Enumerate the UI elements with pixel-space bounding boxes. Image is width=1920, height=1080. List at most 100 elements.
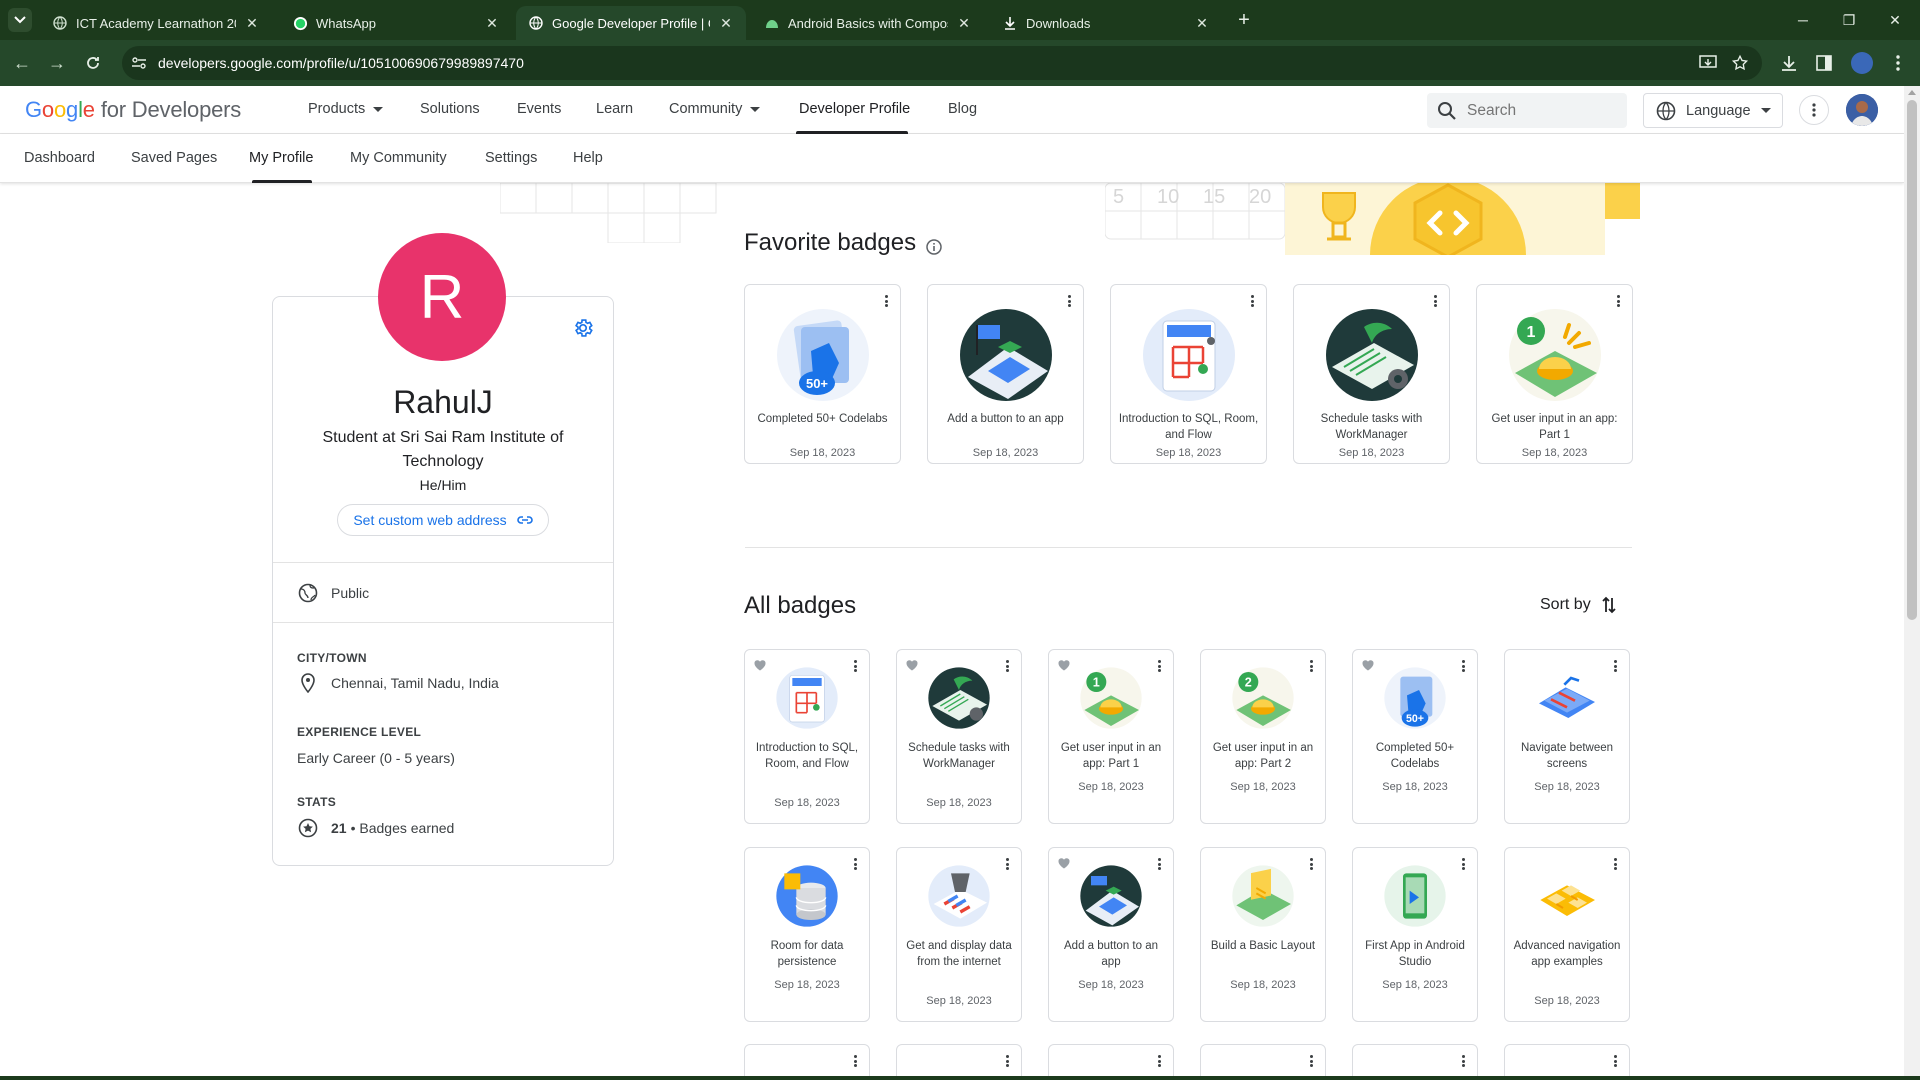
nav-developer-profile[interactable]: Developer Profile [799, 101, 910, 117]
subnav-my-profile[interactable]: My Profile [249, 150, 313, 166]
nav-blog[interactable]: Blog [948, 101, 977, 117]
more-options-button[interactable] [1799, 95, 1829, 125]
badge-menu-icon[interactable] [880, 293, 892, 309]
badge-menu-icon[interactable] [1609, 658, 1621, 674]
badge-menu-icon[interactable] [1063, 293, 1075, 309]
badge-card[interactable] [1048, 1044, 1174, 1080]
window-close-button[interactable]: ✕ [1872, 6, 1918, 34]
badge-menu-icon[interactable] [1457, 658, 1469, 674]
badge-card[interactable]: 1 Get user input in an app: Part 1 Sep 1… [1048, 649, 1174, 824]
heart-icon[interactable] [905, 658, 919, 672]
install-app-icon[interactable] [1694, 49, 1722, 77]
badge-card[interactable]: Schedule tasks with WorkManager Sep 18, … [896, 649, 1022, 824]
site-info-icon[interactable] [122, 46, 156, 80]
tab-search-button[interactable] [8, 8, 32, 32]
badge-menu-icon[interactable] [1609, 856, 1621, 872]
browser-tab[interactable]: WhatsApp ✕ [280, 6, 512, 40]
badge-menu-icon[interactable] [1001, 856, 1013, 872]
subnav-saved-pages[interactable]: Saved Pages [131, 150, 217, 166]
favorite-badge-card[interactable]: Add a button to an app Sep 18, 2023 [927, 284, 1084, 464]
forward-button[interactable]: → [43, 49, 71, 77]
badge-menu-icon[interactable] [1153, 856, 1165, 872]
badge-menu-icon[interactable] [849, 658, 861, 674]
scroll-up-arrow-icon[interactable] [1908, 90, 1916, 95]
badge-menu-icon[interactable] [1001, 658, 1013, 674]
badge-card[interactable]: Advanced navigation app examples Sep 18,… [1504, 847, 1630, 1022]
badge-card[interactable]: 50+ Completed 50+ Codelabs Sep 18, 2023 [1352, 649, 1478, 824]
downloads-icon[interactable] [1775, 49, 1803, 77]
badge-card[interactable]: Introduction to SQL, Room, and Flow Sep … [744, 649, 870, 824]
badge-menu-icon[interactable] [1001, 1053, 1013, 1069]
address-bar[interactable]: developers.google.com/profile/u/10510069… [122, 46, 1762, 80]
badge-card[interactable]: Add a button to an app Sep 18, 2023 [1048, 847, 1174, 1022]
heart-icon[interactable] [753, 658, 767, 672]
close-icon[interactable]: ✕ [1194, 15, 1210, 31]
browser-tab[interactable]: ICT Academy Learnathon 2023 ✕ [40, 6, 272, 40]
subnav-help[interactable]: Help [573, 150, 603, 166]
nav-products[interactable]: Products [308, 101, 384, 117]
back-button[interactable]: ← [8, 49, 36, 77]
gear-icon[interactable] [572, 317, 594, 339]
badge-card[interactable]: Build a Basic Layout Sep 18, 2023 [1200, 847, 1326, 1022]
favorite-badge-card[interactable]: 1 Get user input in an app: Part 1 Sep 1… [1476, 284, 1633, 464]
restore-button[interactable]: ❐ [1826, 6, 1872, 34]
badge-menu-icon[interactable] [1246, 293, 1258, 309]
minimize-button[interactable]: ─ [1780, 6, 1826, 34]
new-tab-button[interactable]: + [1232, 8, 1256, 32]
close-icon[interactable]: ✕ [956, 15, 972, 31]
badge-menu-icon[interactable] [1305, 658, 1317, 674]
nav-learn[interactable]: Learn [596, 101, 633, 117]
heart-icon[interactable] [1057, 856, 1071, 870]
badge-menu-icon[interactable] [1429, 293, 1441, 309]
reload-button[interactable] [79, 49, 107, 77]
side-panel-icon[interactable] [1810, 49, 1838, 77]
close-icon[interactable]: ✕ [718, 15, 734, 31]
user-avatar[interactable] [1846, 94, 1878, 126]
badge-menu-icon[interactable] [1305, 856, 1317, 872]
bookmark-star-icon[interactable] [1726, 49, 1754, 77]
close-icon[interactable]: ✕ [244, 15, 260, 31]
badge-card[interactable]: 2 Get user input in an app: Part 2 Sep 1… [1200, 649, 1326, 824]
profile-avatar-icon[interactable] [1848, 49, 1876, 77]
badge-card[interactable]: Navigate between screens Sep 18, 2023 [1504, 649, 1630, 824]
info-icon[interactable] [925, 238, 943, 256]
badge-card[interactable] [1504, 1044, 1630, 1080]
badge-card[interactable] [896, 1044, 1022, 1080]
badge-menu-icon[interactable] [1153, 658, 1165, 674]
nav-solutions[interactable]: Solutions [420, 101, 480, 117]
badge-card[interactable]: Room for data persistence Sep 18, 2023 [744, 847, 870, 1022]
badge-card[interactable]: Get and display data from the internet S… [896, 847, 1022, 1022]
scrollbar-thumb[interactable] [1907, 100, 1917, 620]
browser-menu-icon[interactable] [1884, 49, 1912, 77]
google-for-developers-logo[interactable]: Google for Developers [25, 97, 241, 123]
close-icon[interactable]: ✕ [484, 15, 500, 31]
set-custom-web-address-button[interactable]: Set custom web address [337, 504, 549, 536]
badge-card[interactable] [744, 1044, 870, 1080]
badge-card[interactable] [1352, 1044, 1478, 1080]
subnav-my-community[interactable]: My Community [350, 150, 447, 166]
nav-events[interactable]: Events [517, 101, 561, 117]
browser-tab[interactable]: Downloads ✕ [990, 6, 1222, 40]
badge-menu-icon[interactable] [1457, 856, 1469, 872]
browser-tab-active[interactable]: Google Developer Profile | Go ✕ [516, 6, 746, 40]
favorite-badge-card[interactable]: Schedule tasks with WorkManager Sep 18, … [1293, 284, 1450, 464]
browser-tab[interactable]: Android Basics with Compose ✕ [752, 6, 984, 40]
page-scrollbar[interactable] [1904, 86, 1920, 1080]
badge-menu-icon[interactable] [1609, 1053, 1621, 1069]
language-selector[interactable]: Language [1643, 93, 1783, 128]
badge-card[interactable] [1200, 1044, 1326, 1080]
badge-menu-icon[interactable] [1612, 293, 1624, 309]
badge-menu-icon[interactable] [1457, 1053, 1469, 1069]
heart-icon[interactable] [1057, 658, 1071, 672]
subnav-dashboard[interactable]: Dashboard [24, 150, 95, 166]
favorite-badge-card[interactable]: Introduction to SQL, Room, and Flow Sep … [1110, 284, 1267, 464]
nav-community[interactable]: Community [669, 101, 761, 117]
badge-menu-icon[interactable] [849, 856, 861, 872]
favorite-badge-card[interactable]: 50+ Completed 50+ Codelabs Sep 18, 2023 [744, 284, 901, 464]
subnav-settings[interactable]: Settings [485, 150, 537, 166]
badge-menu-icon[interactable] [1305, 1053, 1317, 1069]
badge-menu-icon[interactable] [1153, 1053, 1165, 1069]
badge-card[interactable]: First App in Android Studio Sep 18, 2023 [1352, 847, 1478, 1022]
badge-menu-icon[interactable] [849, 1053, 861, 1069]
sort-by-button[interactable]: Sort by [1540, 596, 1617, 614]
